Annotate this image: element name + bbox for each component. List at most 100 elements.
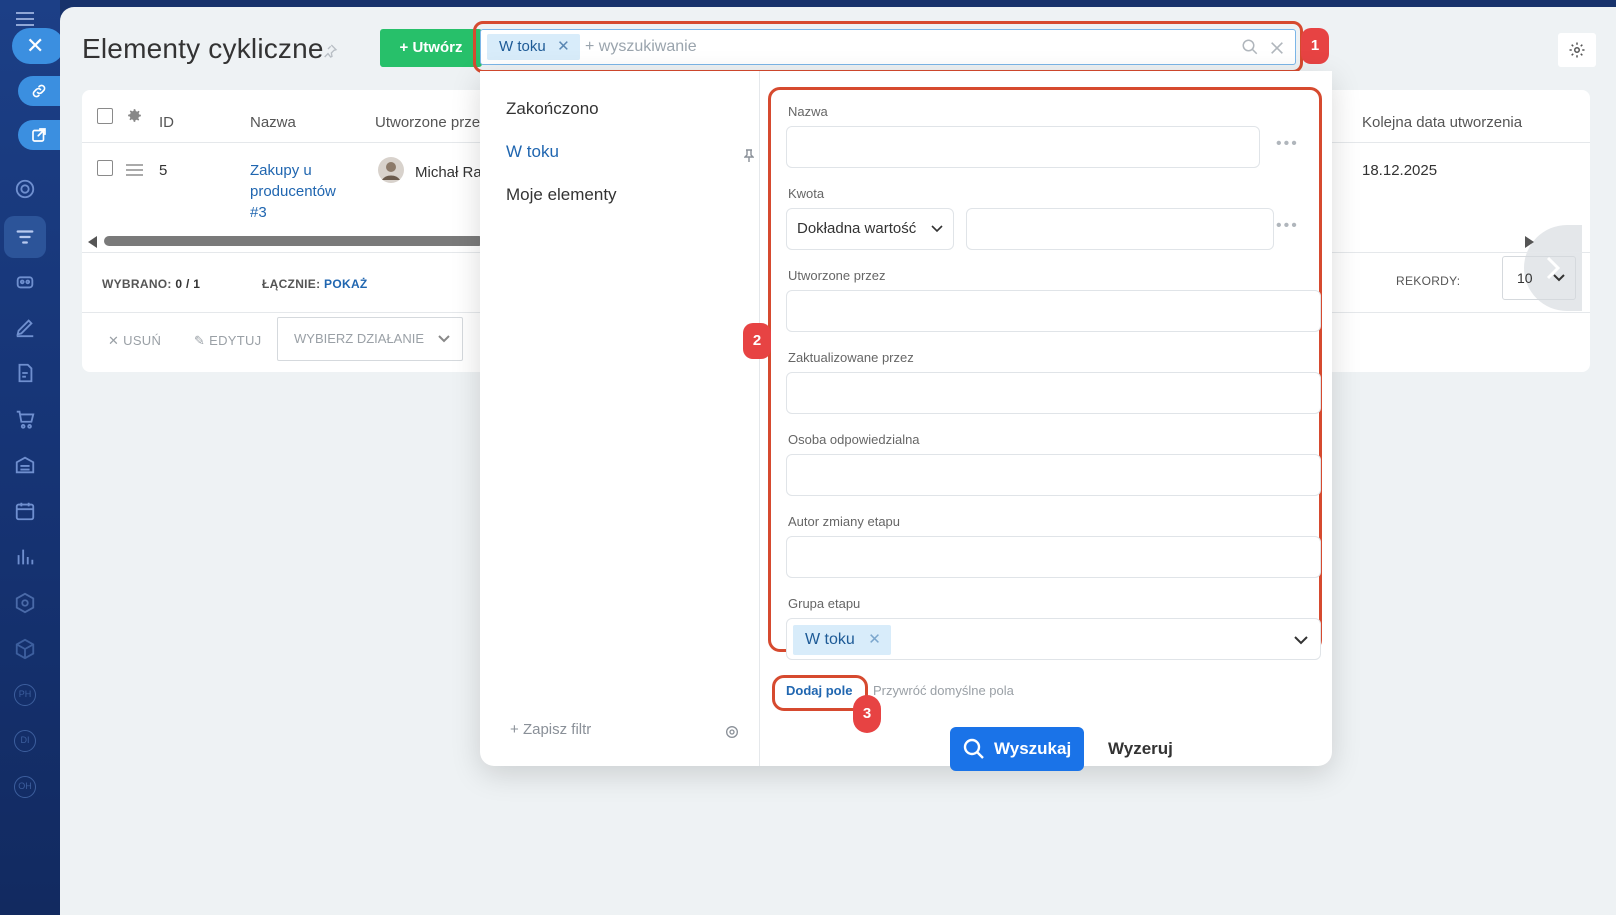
preset-finished[interactable]: Zakończono: [506, 99, 599, 119]
scroll-right-icon[interactable]: [1524, 236, 1534, 248]
open-new-window-button[interactable]: [18, 120, 64, 150]
plus-icon: +: [399, 39, 413, 56]
more-icon[interactable]: •••: [1276, 217, 1299, 235]
filter-presets-panel: Zakończono W toku Moje elementy + Zapisz…: [480, 71, 760, 766]
warehouse-icon[interactable]: [14, 454, 36, 476]
horizontal-scrollbar[interactable]: [104, 236, 484, 246]
chevron-down-icon: [931, 225, 943, 233]
robot-icon[interactable]: [14, 270, 36, 292]
page-settings-button[interactable]: [1558, 33, 1596, 67]
pencil-icon: ✎: [194, 333, 206, 348]
restore-default-fields-link[interactable]: Przywróć domyślne pola: [873, 683, 1014, 698]
filter-popup: Zakończono W toku Moje elementy + Zapisz…: [480, 71, 1332, 771]
left-sidebar: ✕ PH DI OH: [0, 0, 64, 915]
row-created-by[interactable]: Michał Ra: [415, 164, 482, 181]
chevron-down-icon: [1294, 636, 1308, 645]
annotation-badge-3: 3: [853, 695, 881, 733]
column-header-name[interactable]: Nazwa: [250, 114, 296, 131]
selected-count: WYBRANO: 0 / 1: [102, 277, 201, 291]
annotation-badge-2: 2: [743, 323, 771, 359]
avatar: [378, 157, 404, 183]
search-icon[interactable]: [1241, 38, 1259, 56]
stage-group-chip[interactable]: W toku ✕: [793, 625, 891, 655]
total-count: ŁĄCZNIE: POKAŻ: [262, 277, 368, 291]
search-bar[interactable]: W toku ✕ + wyszukiwanie: [480, 29, 1296, 65]
app-di-icon[interactable]: DI: [14, 730, 36, 752]
calendar-icon[interactable]: [14, 500, 36, 522]
gear-icon: [1569, 42, 1585, 58]
cart-icon[interactable]: [14, 408, 36, 430]
name-input[interactable]: [786, 126, 1260, 168]
row-name-link[interactable]: Zakupy u producentów #3: [250, 160, 350, 223]
app-oh-icon[interactable]: OH: [14, 776, 36, 798]
pin-icon[interactable]: [744, 149, 754, 163]
stage-author-input[interactable]: [786, 536, 1321, 578]
hexagon-icon[interactable]: [14, 592, 36, 614]
label-updated-by: Zaktualizowane przez: [788, 350, 914, 365]
select-action-dropdown[interactable]: WYBIERZ DZIAŁANIE: [277, 317, 463, 361]
remove-filter-icon[interactable]: ✕: [557, 34, 570, 60]
close-slider-button[interactable]: ✕: [12, 28, 64, 64]
chevron-down-icon: [1553, 274, 1565, 282]
plus-icon: +: [510, 721, 523, 738]
pin-icon[interactable]: [322, 43, 338, 59]
gear-icon[interactable]: [724, 724, 740, 740]
preset-my-items[interactable]: Moje elementy: [506, 185, 617, 205]
records-per-page-select[interactable]: 10: [1502, 256, 1576, 300]
pen-icon[interactable]: [14, 316, 36, 338]
external-link-icon: [32, 128, 46, 142]
row-next-date: 18.12.2025: [1362, 162, 1438, 179]
created-by-input[interactable]: [786, 290, 1321, 332]
target-icon[interactable]: [14, 178, 36, 200]
active-filter-chip[interactable]: W toku ✕: [487, 34, 580, 60]
document-icon[interactable]: [14, 362, 36, 384]
row-id: 5: [159, 162, 168, 179]
row-menu-icon[interactable]: [126, 163, 143, 177]
grid-settings-icon[interactable]: [126, 107, 143, 124]
label-responsible: Osoba odpowiedzialna: [788, 432, 920, 447]
show-total-link[interactable]: POKAŻ: [324, 277, 368, 291]
main-panel: Elementy cykliczne + Utwórz ID Nazwa Utw…: [60, 7, 1616, 915]
column-header-next-date[interactable]: Kolejna data utworzenia: [1362, 114, 1522, 131]
app-ph-icon[interactable]: PH: [14, 684, 36, 706]
more-icon[interactable]: •••: [1276, 135, 1299, 153]
search-icon: [963, 738, 984, 759]
clear-search-icon[interactable]: [1269, 40, 1285, 56]
records-label: REKORDY:: [1396, 274, 1461, 288]
filter-icon[interactable]: [14, 226, 36, 248]
add-field-link[interactable]: Dodaj pole: [786, 683, 852, 698]
label-created-by: Utworzone przez: [788, 268, 886, 283]
box-icon[interactable]: [14, 638, 36, 660]
row-checkbox[interactable]: [97, 160, 113, 176]
delete-button[interactable]: ✕ USUŃ: [108, 333, 161, 349]
edit-button[interactable]: ✎ EDYTUJ: [194, 333, 261, 349]
annotation-badge-1: 1: [1301, 28, 1329, 64]
copy-link-button[interactable]: [18, 76, 64, 106]
label-amount: Kwota: [788, 186, 825, 201]
menu-icon[interactable]: [16, 12, 34, 26]
responsible-input[interactable]: [786, 454, 1321, 496]
chart-icon[interactable]: [14, 546, 36, 568]
close-icon: ✕: [108, 333, 120, 348]
column-header-created-by[interactable]: Utworzone prze: [375, 114, 480, 131]
stage-group-select[interactable]: W toku ✕: [786, 618, 1321, 660]
chevron-down-icon: [438, 335, 450, 343]
preset-in-progress[interactable]: W toku: [506, 142, 559, 162]
label-stage-author: Autor zmiany etapu: [788, 514, 901, 529]
column-header-id[interactable]: ID: [159, 114, 174, 131]
link-icon: [32, 84, 46, 98]
select-all-checkbox[interactable]: [97, 108, 113, 124]
reset-button[interactable]: Wyzeruj: [1108, 739, 1173, 759]
updated-by-input[interactable]: [786, 372, 1321, 414]
annotation-frame-1: W toku ✕ + wyszukiwanie: [473, 21, 1303, 73]
page-title: Elementy cykliczne: [82, 33, 324, 64]
amount-input[interactable]: [966, 208, 1274, 250]
save-filter-button[interactable]: + Zapisz filtr: [510, 721, 591, 738]
search-button[interactable]: Wyszukaj: [950, 727, 1084, 771]
amount-mode-select[interactable]: Dokładna wartość: [786, 208, 954, 250]
label-name: Nazwa: [788, 104, 828, 119]
create-button[interactable]: + Utwórz: [380, 29, 482, 67]
scroll-left-icon[interactable]: [88, 236, 98, 248]
search-input[interactable]: + wyszukiwanie: [585, 38, 697, 56]
remove-stage-icon[interactable]: ✕: [868, 625, 881, 655]
